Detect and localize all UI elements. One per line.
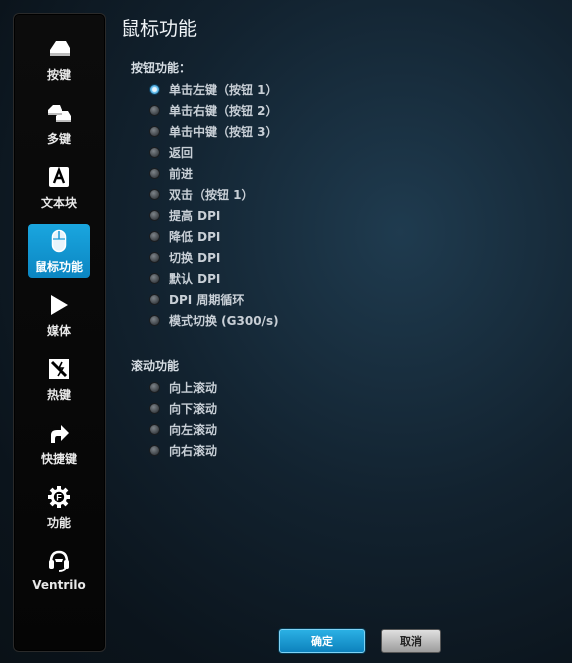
button-function-option[interactable]: 提高 DPI xyxy=(149,207,220,223)
svg-text:F: F xyxy=(56,493,62,503)
option-label: 默认 DPI xyxy=(169,271,221,286)
button-function-option[interactable]: 切换 DPI xyxy=(149,249,220,265)
option-label: 向左滚动 xyxy=(169,422,218,437)
button-functions-heading: 按钮功能： xyxy=(131,61,192,75)
button-function-option[interactable]: 单击左键（按钮 1） xyxy=(149,81,278,97)
scroll-functions-heading: 滚动功能 xyxy=(131,359,180,373)
button-function-option[interactable]: 模式切换 (G300/s) xyxy=(149,312,279,328)
radio-button[interactable] xyxy=(149,444,160,456)
button-function-option[interactable]: 双击（按钮 1） xyxy=(149,186,254,202)
option-label: 降低 DPI xyxy=(169,229,221,244)
option-label: 双击（按钮 1） xyxy=(169,187,254,202)
sidebar-item-hotkey[interactable]: 热键 xyxy=(28,352,90,406)
shortcut-arrow-icon xyxy=(46,420,72,446)
button-function-option[interactable]: 返回 xyxy=(149,144,193,160)
button-function-option[interactable]: 降低 DPI xyxy=(149,228,220,244)
sidebar-item-label: 媒体 xyxy=(46,324,71,338)
radio-button[interactable] xyxy=(149,104,160,116)
sidebar-item-label: 热键 xyxy=(46,388,71,402)
sidebar-item-label: 文本块 xyxy=(40,196,77,210)
option-label: 向上滚动 xyxy=(169,380,218,395)
radio-button[interactable] xyxy=(149,188,160,200)
sidebar-item-media[interactable]: 媒体 xyxy=(28,288,90,342)
sidebar-item-label: 多键 xyxy=(46,132,71,146)
button-function-option[interactable]: 单击右键（按钮 2） xyxy=(149,102,278,118)
sidebar-item-label: 功能 xyxy=(46,516,71,530)
sidebar-item-label: Ventrilo xyxy=(32,578,86,592)
radio-button[interactable] xyxy=(149,230,160,242)
button-function-option[interactable]: 前进 xyxy=(149,165,193,181)
scroll-function-option[interactable]: 向下滚动 xyxy=(149,400,217,416)
hotkey-icon xyxy=(46,356,72,382)
scroll-function-option[interactable]: 向左滚动 xyxy=(149,421,217,437)
option-label: 提高 DPI xyxy=(169,208,221,223)
button-function-option[interactable]: 默认 DPI xyxy=(149,270,220,286)
play-icon xyxy=(46,292,72,318)
option-label: 切换 DPI xyxy=(169,250,221,265)
radio-button[interactable] xyxy=(149,293,160,305)
function-gear-icon: F xyxy=(46,484,72,510)
button-function-option[interactable]: DPI 周期循环 xyxy=(149,291,244,307)
scroll-function-option[interactable]: 向右滚动 xyxy=(149,442,217,458)
radio-button[interactable] xyxy=(149,381,160,393)
cancel-button[interactable]: 取消 xyxy=(381,629,441,653)
scroll-function-option[interactable]: 向上滚动 xyxy=(149,379,217,395)
option-label: 单击左键（按钮 1） xyxy=(169,82,278,97)
radio-button[interactable] xyxy=(149,146,160,158)
option-label: DPI 周期循环 xyxy=(169,292,245,307)
sidebar-item-function[interactable]: F 功能 xyxy=(28,480,90,534)
sidebar-item-label: 快捷键 xyxy=(40,452,77,466)
sidebar-item-text-block[interactable]: 文本块 xyxy=(28,160,90,214)
option-label: 单击中键（按钮 3） xyxy=(169,124,278,139)
radio-button[interactable] xyxy=(149,272,160,284)
sidebar: 按键 多键 文本块 鼠标功能 媒体 热键 快捷键 F 功能 Ventrilo xyxy=(13,13,106,652)
sidebar-item-shortcut[interactable]: 快捷键 xyxy=(28,416,90,470)
sidebar-item-label: 鼠标功能 xyxy=(34,260,83,274)
option-label: 前进 xyxy=(169,166,194,181)
mouse-icon xyxy=(46,228,72,254)
sidebar-item-label: 按键 xyxy=(46,68,71,82)
radio-button[interactable] xyxy=(149,314,160,326)
option-label: 向下滚动 xyxy=(169,401,218,416)
radio-button[interactable] xyxy=(149,251,160,263)
option-label: 返回 xyxy=(169,145,194,160)
text-block-icon xyxy=(46,164,72,190)
sidebar-item-ventrilo[interactable]: Ventrilo xyxy=(28,544,90,598)
radio-button[interactable] xyxy=(149,209,160,221)
sidebar-item-multikey[interactable]: 多键 xyxy=(28,96,90,150)
sidebar-item-mouse-function[interactable]: 鼠标功能 xyxy=(28,224,90,278)
multikey-icon xyxy=(46,100,72,126)
radio-button[interactable] xyxy=(149,423,160,435)
headset-icon xyxy=(46,548,72,574)
option-label: 模式切换 (G300/s) xyxy=(169,313,279,328)
page-title: 鼠标功能 xyxy=(121,18,198,40)
option-label: 向右滚动 xyxy=(169,443,218,458)
button-function-option[interactable]: 单击中键（按钮 3） xyxy=(149,123,278,139)
ok-button[interactable]: 确定 xyxy=(279,629,365,653)
option-label: 单击右键（按钮 2） xyxy=(169,103,278,118)
radio-button[interactable] xyxy=(149,125,160,137)
radio-button[interactable] xyxy=(149,83,160,95)
radio-button[interactable] xyxy=(149,167,160,179)
radio-button[interactable] xyxy=(149,402,160,414)
key-icon xyxy=(46,36,72,62)
sidebar-item-keystroke[interactable]: 按键 xyxy=(28,32,90,86)
